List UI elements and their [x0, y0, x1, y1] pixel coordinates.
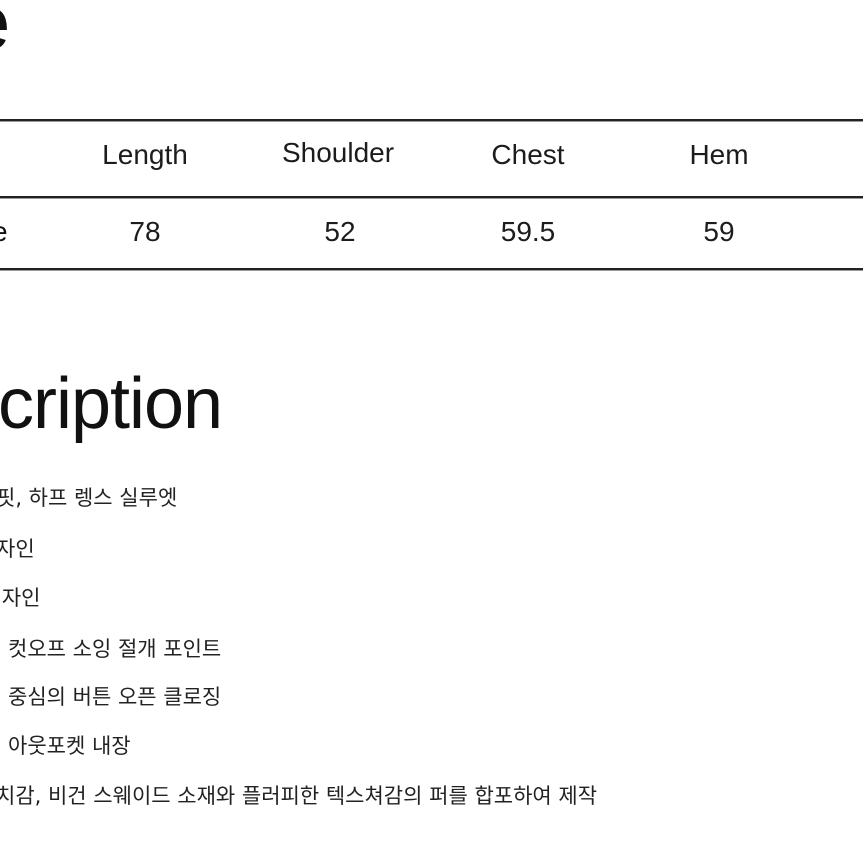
column-header-shoulder: Shoulder: [281, 137, 395, 168]
description-item: 중심의 버튼 오픈 클로징: [8, 685, 222, 709]
table-bottom-rule: [0, 268, 863, 270]
description-item: 치감, 비건 스웨이드 소재와 플러피한 텍스쳐감의 퍼를 합포하여 제작: [0, 784, 598, 808]
column-header-chest: Chest: [491, 139, 565, 170]
value-length: 78: [129, 216, 161, 247]
value-shoulder: 52: [324, 216, 356, 247]
table-row-label: e: [0, 218, 8, 246]
description-item: l자인: [0, 586, 41, 610]
description-item: 자인: [0, 537, 35, 561]
description-section-title: cription: [0, 364, 223, 444]
column-header-length: Length: [102, 139, 188, 170]
table-top-rule: [0, 119, 863, 121]
column-header-hem: Hem: [689, 139, 749, 170]
value-chest: 59.5: [500, 216, 556, 247]
size-section-title: e: [0, 0, 10, 62]
description-item: 컷오프 소잉 절개 포인트: [8, 637, 222, 661]
table-header-rule: [0, 196, 863, 198]
description-item: 아웃포켓 내장: [8, 734, 131, 758]
value-hem: 59: [703, 216, 735, 247]
description-item: 핏, 하프 렝스 실루엣: [0, 486, 178, 510]
